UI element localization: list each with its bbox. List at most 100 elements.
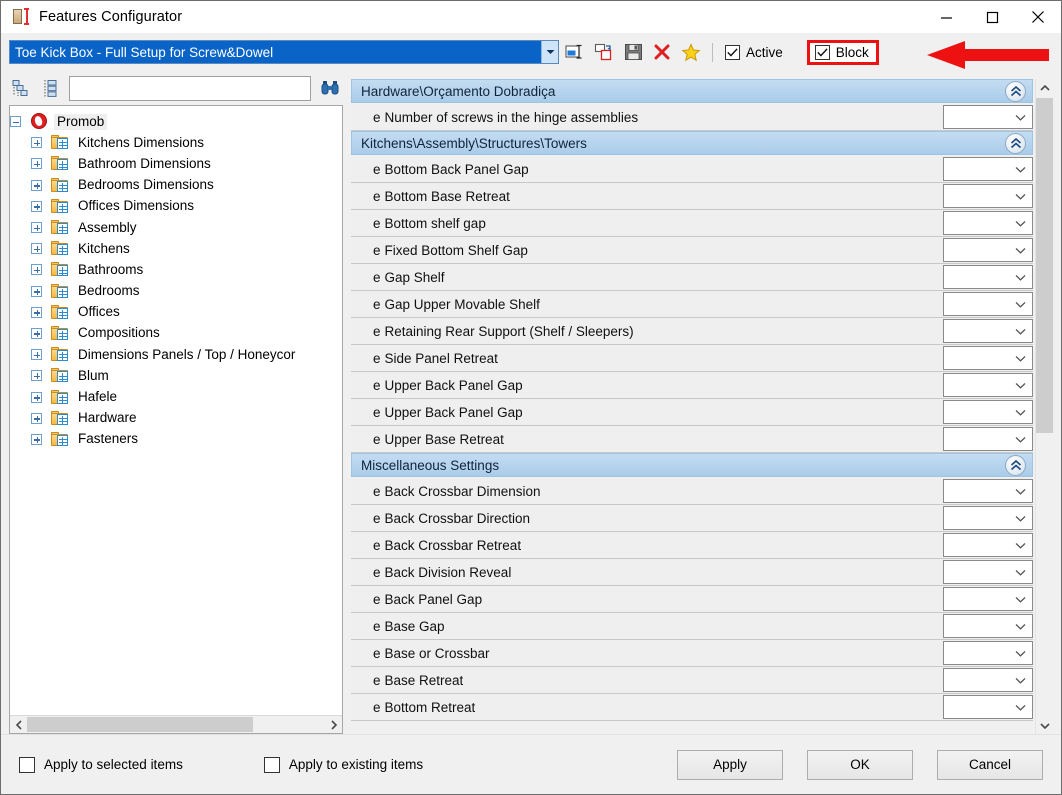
active-checkbox-box[interactable]	[725, 44, 740, 60]
tree-item[interactable]: Bedrooms	[10, 281, 342, 302]
tree-item[interactable]: Fasteners	[10, 429, 342, 450]
tree-item[interactable]: Kitchens	[10, 238, 342, 259]
property-row[interactable]: e Base Gap	[351, 613, 1033, 640]
expand-expander-icon[interactable]	[31, 158, 42, 170]
hscroll-track[interactable]	[27, 716, 325, 733]
property-row[interactable]: e Back Crossbar Direction	[351, 505, 1033, 532]
property-value-dropdown[interactable]	[943, 695, 1033, 719]
property-value-dropdown[interactable]	[943, 560, 1033, 584]
tree-item[interactable]: Bathroom Dimensions	[10, 153, 342, 174]
expand-expander-icon[interactable]	[31, 137, 42, 149]
chevron-left-icon[interactable]	[10, 716, 27, 733]
section-header[interactable]: Miscellaneous Settings	[351, 453, 1033, 477]
property-row[interactable]: e Upper Back Panel Gap	[351, 372, 1033, 399]
collapse-tree-icon[interactable]	[9, 77, 33, 99]
property-row[interactable]: e Retaining Rear Support (Shelf / Sleeper…	[351, 318, 1033, 345]
chevron-right-icon[interactable]	[325, 716, 342, 733]
property-row[interactable]: e Gap Upper Movable Shelf	[351, 291, 1033, 318]
active-checkbox[interactable]: Active	[725, 44, 783, 60]
binoculars-find-icon[interactable]	[317, 76, 343, 100]
property-value-dropdown[interactable]	[943, 105, 1033, 129]
tree-item[interactable]: Hardware	[10, 408, 342, 429]
property-value-dropdown[interactable]	[943, 427, 1033, 451]
expand-expander-icon[interactable]	[31, 412, 42, 424]
tree-horizontal-scrollbar[interactable]	[10, 715, 342, 733]
tree-item[interactable]: Hafele	[10, 386, 342, 407]
property-value-dropdown[interactable]	[943, 479, 1033, 503]
property-row[interactable]: e Gap Shelf	[351, 264, 1033, 291]
rename-preset-button[interactable]	[562, 39, 588, 65]
double-chevron-up-icon[interactable]	[1005, 455, 1026, 476]
expand-expander-icon[interactable]	[31, 433, 42, 445]
expand-expander-icon[interactable]	[31, 327, 42, 339]
apply-to-existing-checkbox-box[interactable]	[263, 756, 280, 773]
expand-expander-icon[interactable]	[31, 179, 42, 191]
property-value-dropdown[interactable]	[943, 319, 1033, 343]
maximize-icon[interactable]	[969, 1, 1015, 33]
duplicate-preset-button[interactable]	[591, 39, 617, 65]
vscroll-track[interactable]	[1036, 96, 1053, 717]
property-value-dropdown[interactable]	[943, 506, 1033, 530]
property-value-dropdown[interactable]	[943, 373, 1033, 397]
property-row[interactable]: e Fixed Bottom Shelf Gap	[351, 237, 1033, 264]
apply-to-selected-checkbox-box[interactable]	[19, 756, 35, 773]
collapse-expander-icon[interactable]	[10, 116, 21, 128]
property-value-dropdown[interactable]	[943, 292, 1033, 316]
property-value-dropdown[interactable]	[943, 641, 1033, 665]
favorite-preset-button[interactable]	[678, 39, 704, 65]
ok-button[interactable]: OK	[807, 749, 913, 780]
expand-expander-icon[interactable]	[31, 222, 42, 234]
apply-to-selected-checkbox[interactable]: Apply to selected items	[19, 756, 183, 773]
property-value-dropdown[interactable]	[943, 238, 1033, 262]
property-value-dropdown[interactable]	[943, 184, 1033, 208]
property-value-dropdown[interactable]	[943, 346, 1033, 370]
property-value-dropdown[interactable]	[943, 400, 1033, 424]
property-value-dropdown[interactable]	[943, 157, 1033, 181]
save-preset-button[interactable]	[620, 39, 646, 65]
chevron-down-icon[interactable]	[1036, 717, 1053, 734]
chevron-up-icon[interactable]	[1036, 79, 1053, 96]
expand-tree-icon[interactable]	[39, 77, 63, 99]
property-row[interactable]: e Number of screws in the hinge assemblie…	[351, 104, 1033, 131]
property-row[interactable]: e Upper Back Panel Gap	[351, 399, 1033, 426]
property-row[interactable]: e Back Panel Gap	[351, 586, 1033, 613]
expand-expander-icon[interactable]	[31, 306, 42, 318]
property-row[interactable]: e Bottom Base Retreat	[351, 183, 1033, 210]
tree-item[interactable]: Assembly	[10, 217, 342, 238]
expand-expander-icon[interactable]	[31, 264, 42, 276]
delete-preset-button[interactable]	[649, 39, 675, 65]
expand-expander-icon[interactable]	[31, 200, 42, 212]
hscroll-thumb[interactable]	[27, 717, 253, 732]
expand-expander-icon[interactable]	[31, 349, 42, 361]
property-row[interactable]: e Back Crossbar Retreat	[351, 532, 1033, 559]
property-row[interactable]: e Back Division Reveal	[351, 559, 1033, 586]
expand-expander-icon[interactable]	[31, 370, 42, 382]
block-checkbox-box[interactable]	[814, 44, 830, 60]
property-row[interactable]: e Base or Crossbar	[351, 640, 1033, 667]
preset-combobox[interactable]: Toe Kick Box - Full Setup for Screw&Dowe…	[9, 40, 559, 64]
tree-item[interactable]: Offices Dimensions	[10, 196, 342, 217]
property-value-dropdown[interactable]	[943, 265, 1033, 289]
double-chevron-up-icon[interactable]	[1005, 133, 1026, 154]
property-value-dropdown[interactable]	[943, 614, 1033, 638]
tree-item[interactable]: Bathrooms	[10, 259, 342, 280]
double-chevron-up-icon[interactable]	[1005, 81, 1026, 102]
close-icon[interactable]	[1015, 1, 1061, 33]
tree-item[interactable]: Bedrooms Dimensions	[10, 175, 342, 196]
search-input[interactable]	[69, 75, 311, 101]
property-value-dropdown[interactable]	[943, 211, 1033, 235]
property-row[interactable]: e Upper Base Retreat	[351, 426, 1033, 453]
expand-expander-icon[interactable]	[31, 285, 42, 297]
properties-vertical-scrollbar[interactable]	[1035, 79, 1053, 734]
cancel-button[interactable]: Cancel	[937, 749, 1043, 780]
apply-button[interactable]: Apply	[677, 749, 783, 780]
property-value-dropdown[interactable]	[943, 587, 1033, 611]
minimize-icon[interactable]	[923, 1, 969, 33]
property-row[interactable]: e Bottom Back Panel Gap	[351, 156, 1033, 183]
property-row[interactable]: e Side Panel Retreat	[351, 345, 1033, 372]
expand-expander-icon[interactable]	[31, 391, 42, 403]
apply-to-existing-checkbox[interactable]: Apply to existing items	[263, 756, 423, 773]
tree-item[interactable]: Blum	[10, 365, 342, 386]
tree-item[interactable]: Kitchens Dimensions	[10, 132, 342, 153]
property-value-dropdown[interactable]	[943, 668, 1033, 692]
